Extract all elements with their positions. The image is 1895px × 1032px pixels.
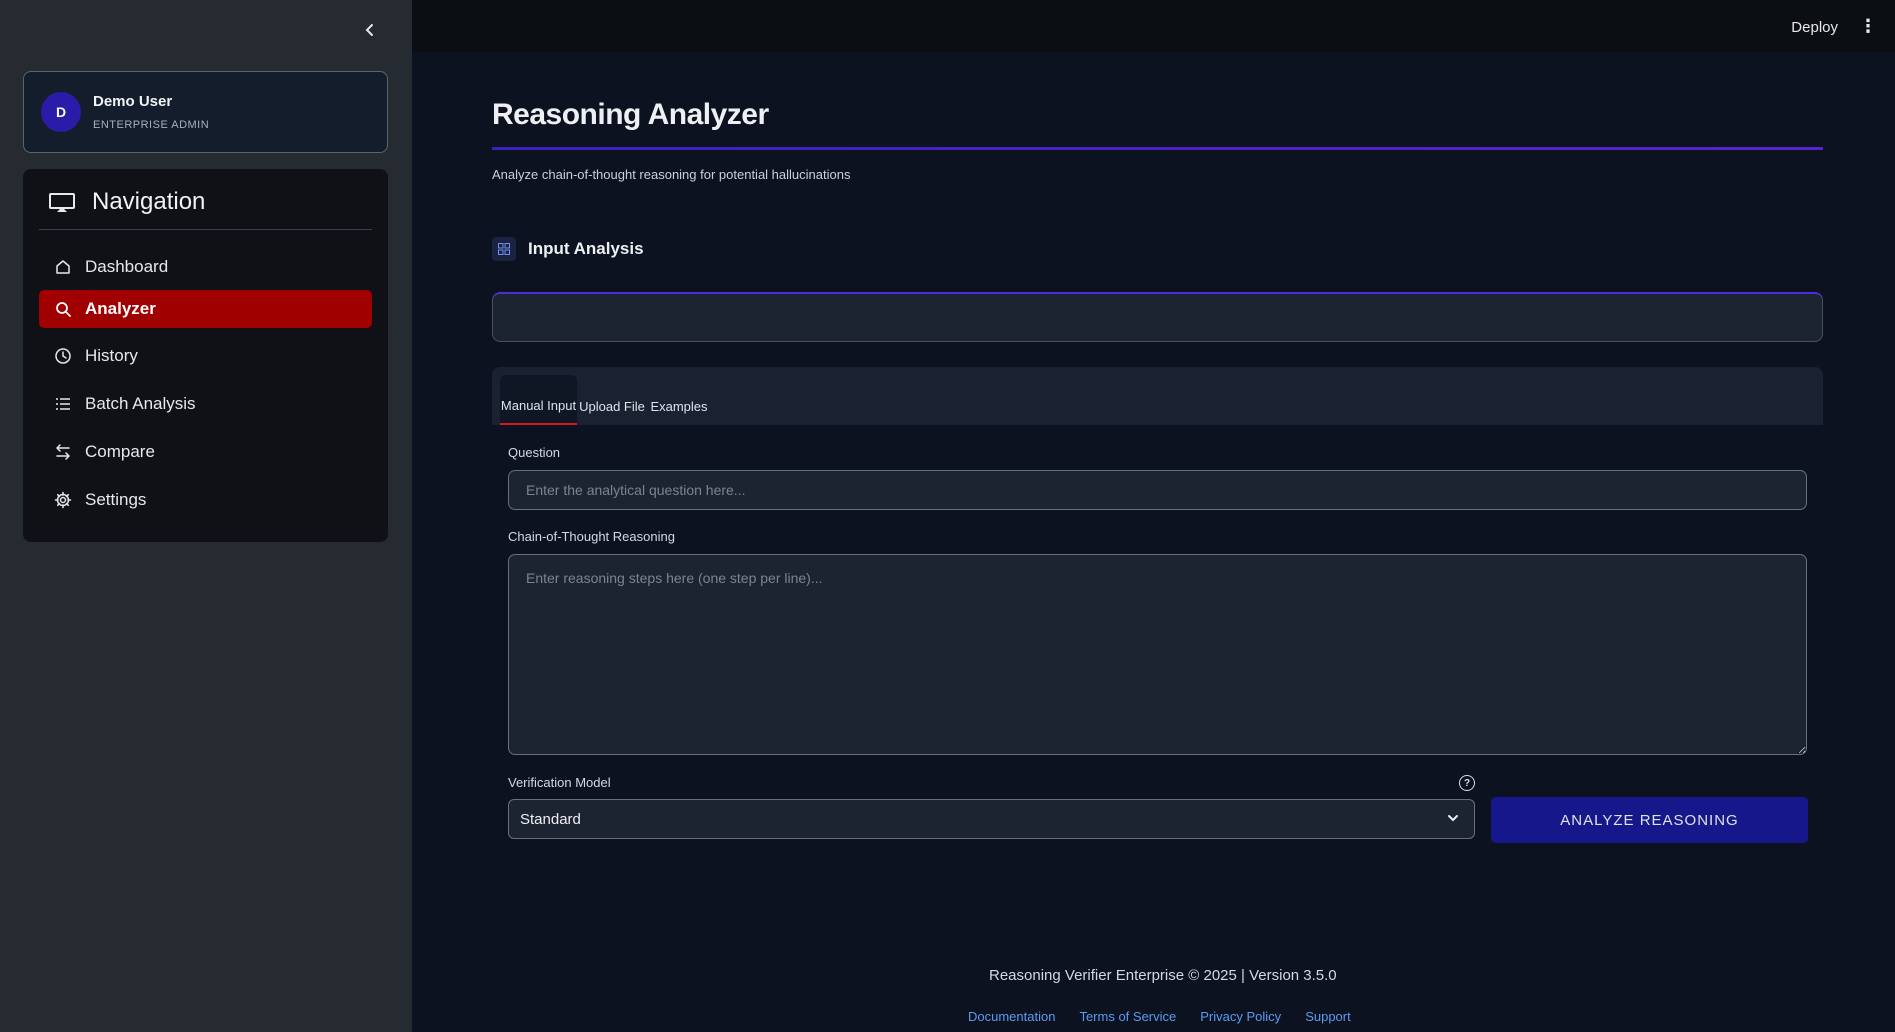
verification-model-value: Standard — [520, 810, 581, 828]
documentation-link[interactable]: Documentation — [968, 1009, 1055, 1024]
home-icon — [56, 260, 70, 274]
sidebar: D Demo User ENTERPRISE ADMIN Navigation … — [0, 0, 412, 1032]
deploy-button[interactable]: Deploy — [1791, 19, 1838, 36]
sidebar-item-dashboard[interactable]: Dashboard — [39, 248, 372, 286]
sidebar-item-label: Batch Analysis — [85, 394, 196, 413]
sidebar-item-history[interactable]: History — [39, 337, 372, 375]
analyze-reasoning-button[interactable]: ANALYZE REASONING — [1491, 797, 1808, 843]
verification-model-select[interactable]: Standard — [508, 799, 1475, 839]
navigation-title: Navigation — [92, 188, 206, 215]
sidebar-item-compare[interactable]: Compare — [39, 433, 372, 471]
sidebar-item-settings[interactable]: Settings — [39, 481, 372, 519]
grid-icon — [492, 237, 516, 261]
terms-of-service-link[interactable]: Terms of Service — [1079, 1009, 1176, 1024]
chevron-left-icon — [365, 24, 373, 36]
navigation-panel: Navigation Dashboard Analyzer History Ba… — [23, 169, 388, 542]
verification-model-label: Verification Model — [508, 775, 611, 790]
sidebar-item-label: Settings — [85, 490, 147, 509]
monitor-icon — [49, 193, 75, 212]
support-link[interactable]: Support — [1305, 1009, 1351, 1024]
clock-icon — [55, 348, 71, 364]
top-bar: Deploy ⋮ — [412, 0, 1895, 52]
input-tabs: Manual Input Upload File Examples — [492, 367, 1823, 425]
sidebar-item-batch-analysis[interactable]: Batch Analysis — [39, 385, 372, 423]
sidebar-item-analyzer[interactable]: Analyzer — [39, 290, 372, 328]
avatar: D — [41, 92, 81, 132]
sidebar-item-label: Analyzer — [85, 299, 156, 318]
page-title: Reasoning Analyzer — [492, 98, 769, 131]
main-content: Reasoning Analyzer Analyze chain-of-thou… — [412, 52, 1895, 1032]
collapse-sidebar-button[interactable] — [356, 18, 384, 42]
chevron-down-icon — [1448, 815, 1458, 822]
footer-links: Documentation Terms of Service Privacy P… — [968, 1009, 1351, 1024]
user-name: Demo User — [93, 93, 173, 110]
help-icon[interactable]: ? — [1459, 775, 1475, 791]
page-subtitle: Analyze chain-of-thought reasoning for p… — [492, 167, 851, 182]
navigation-header: Navigation — [39, 188, 372, 230]
user-role: ENTERPRISE ADMIN — [93, 119, 210, 131]
tab-manual-input[interactable]: Manual Input — [500, 375, 577, 425]
privacy-policy-link[interactable]: Privacy Policy — [1200, 1009, 1281, 1024]
sidebar-item-label: History — [85, 346, 138, 365]
swap-icon — [56, 444, 70, 460]
question-label: Question — [508, 445, 561, 460]
section-title: Input Analysis — [528, 239, 644, 258]
tab-examples[interactable]: Examples — [649, 375, 709, 425]
title-divider — [492, 147, 1823, 150]
more-options-icon[interactable]: ⋮ — [1859, 16, 1877, 38]
question-input[interactable] — [508, 470, 1807, 510]
gear-icon — [54, 491, 72, 509]
reasoning-label: Chain-of-Thought Reasoning — [508, 529, 675, 544]
sidebar-item-label: Compare — [85, 442, 155, 461]
sidebar-item-label: Dashboard — [85, 257, 169, 276]
tab-upload-file[interactable]: Upload File — [577, 375, 647, 425]
analysis-banner-field — [492, 292, 1823, 342]
footer-text: Reasoning Verifier Enterprise © 2025 | V… — [989, 967, 1337, 984]
user-card: D Demo User ENTERPRISE ADMIN — [23, 71, 388, 153]
reasoning-textarea[interactable] — [508, 554, 1807, 755]
list-icon — [56, 398, 70, 410]
search-icon — [56, 302, 71, 317]
